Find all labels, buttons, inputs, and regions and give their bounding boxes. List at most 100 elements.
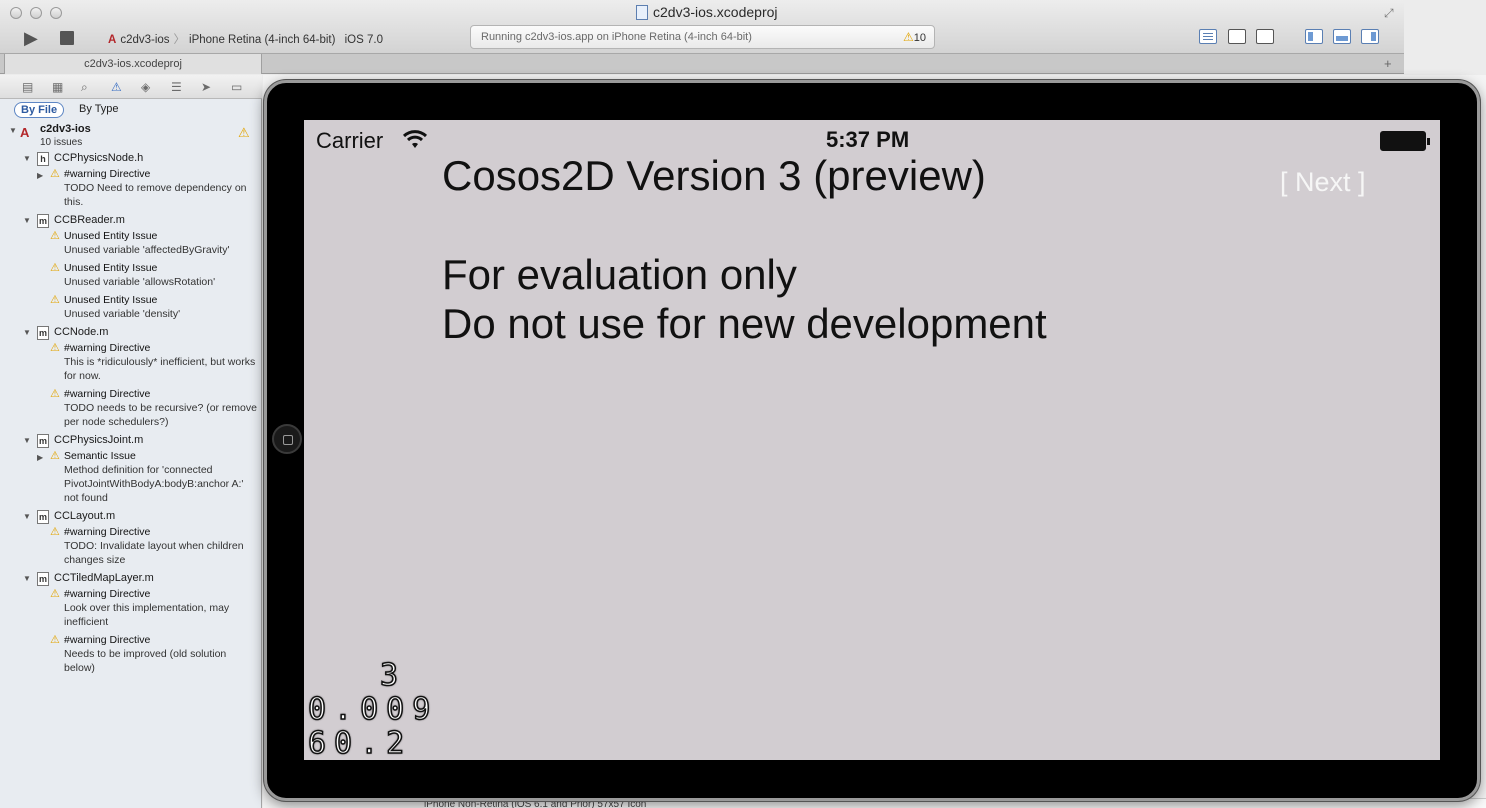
battery-icon [1380,131,1430,151]
source-file-icon: m [37,214,49,228]
issue-detail: Look over this implementation, may ineff… [64,602,230,628]
issue-item[interactable]: ⚠ #warning Directive Needs to be improved … [0,633,262,679]
warning-icon: ⚠ [50,388,60,400]
issue-item[interactable]: ⚠ #warning Directive Look over this implem… [0,587,262,633]
fullscreen-icon[interactable]: ⤢ [1384,6,1394,21]
issue-detail: TODO needs to be recursive? (or remove p… [64,402,257,428]
symbol-navigator-icon[interactable]: ▦ [52,80,63,94]
activity-status-text: Running c2dv3-ios.app on iPhone Retina (… [481,31,752,43]
issue-title: #warning Directive [64,388,151,400]
file-group: ▼ m CCBReader.m ⚠ Unused Entity Issue Unused … [0,213,262,325]
file-name: CCNode.m [54,326,109,338]
issue-title: #warning Directive [64,168,151,180]
simulator-screen[interactable]: Carrier 5:37 PM Cosos2D Version 3 (previ… [304,120,1440,760]
disclosure-triangle-icon[interactable]: ▶ [37,451,43,465]
breakpoint-navigator-icon[interactable]: ➤ [201,80,211,94]
issue-detail: Unused variable 'allowsRotation' [64,276,216,288]
carrier-label: Carrier [316,128,384,153]
warning-icon: ⚠ [50,230,60,242]
file-group: ▼ m CCTiledMapLayer.m ⚠ #warning Directive Lo… [0,571,262,679]
file-row[interactable]: ▼ m CCLayout.m [0,509,262,525]
next-button[interactable]: [ Next ] [1280,167,1366,198]
scheme-selector[interactable]: Ac2dv3-ios 〉 iPhone Retina (4-inch 64-bit)… [108,31,383,47]
warning-icon: ⚠ [50,526,60,538]
chevron-right-icon: 〉 [173,34,186,46]
issue-item[interactable]: ⚠ #warning Directive TODO needs to be recu… [0,387,262,433]
issue-item[interactable]: ⚠ #warning Directive This is *ridiculously… [0,341,262,387]
disclosure-triangle-icon[interactable]: ▼ [23,328,31,337]
fps-counter: 60.2 [307,725,413,760]
close-window-button[interactable] [10,7,22,19]
version-editor-icon[interactable] [1256,29,1274,44]
project-navigator-icon[interactable]: ▤ [22,80,33,94]
warning-icon: ⚠ [50,294,60,306]
warning-count-badge[interactable]: ⚠10 [903,30,926,44]
disclosure-triangle-icon[interactable]: ▼ [9,126,17,135]
source-file-icon: m [37,510,49,524]
debug-navigator-icon[interactable]: ☰ [171,80,182,94]
file-name: CCTiledMapLayer.m [54,572,154,584]
issue-title: #warning Directive [64,526,151,538]
stop-button[interactable] [60,31,74,45]
disclosure-triangle-icon[interactable]: ▼ [23,154,31,163]
issue-navigator-icon[interactable]: ⚠ [111,80,122,94]
warning-icon: ⚠ [238,125,250,140]
zoom-window-button[interactable] [50,7,62,19]
navigator-selector-bar: ▤ ▦ ⌕ ⚠ ◈ ☰ ➤ ▭ [0,75,262,99]
file-row[interactable]: ▼ m CCPhysicsJoint.m [0,433,262,449]
issue-detail: Method definition for 'connected PivotJo… [64,464,244,504]
run-button[interactable]: ▶ [24,28,38,49]
disclosure-triangle-icon[interactable]: ▼ [23,436,31,445]
issue-tree: ▼ A c2dv3-ios 10 issues ⚠ ▼ h CCPhysicsNod… [0,121,262,679]
toggle-debug-area-icon[interactable] [1333,29,1351,44]
issue-item[interactable]: ⚠ Unused Entity Issue Unused variable 'all… [0,261,262,293]
file-name: CCPhysicsJoint.m [54,434,144,446]
file-row[interactable]: ▼ m CCBReader.m [0,213,262,229]
file-row[interactable]: ▼ h CCPhysicsNode.h [0,151,262,167]
disclosure-triangle-icon[interactable]: ▼ [23,574,31,583]
issue-title: Unused Entity Issue [64,294,158,306]
log-navigator-icon[interactable]: ▭ [231,80,242,94]
file-row[interactable]: ▼ m CCNode.m [0,325,262,341]
by-type-segment[interactable]: By Type [79,103,119,115]
issue-title: Unused Entity Issue [64,262,158,274]
app-icon: A [108,34,117,46]
by-file-segment[interactable]: By File [14,102,65,118]
file-row[interactable]: ▼ m CCTiledMapLayer.m [0,571,262,587]
issue-navigator: ▤ ▦ ⌕ ⚠ ◈ ☰ ➤ ▭ By File By Type ▼ A c2dv… [0,75,262,808]
test-navigator-icon[interactable]: ◈ [141,80,150,94]
warning-icon: ⚠ [50,634,60,646]
tab-bar: c2dv3-ios.xcodeproj + [0,54,1404,74]
issue-item[interactable]: ⚠ Unused Entity Issue Unused variable 'den… [0,293,262,325]
app-notice-line2: Do not use for new development [442,300,1047,347]
project-row[interactable]: ▼ A c2dv3-ios 10 issues ⚠ [0,121,262,151]
home-button[interactable] [272,424,302,454]
find-navigator-icon[interactable]: ⌕ [81,80,88,95]
issue-item[interactable]: ⚠ Unused Entity Issue Unused variable 'aff… [0,229,262,261]
issue-detail: TODO: Invalidate layout when children ch… [64,540,244,566]
minimize-window-button[interactable] [30,7,42,19]
project-file-icon [636,5,648,20]
source-file-icon: m [37,434,49,448]
seconds-per-frame: 0.009 [307,691,439,728]
toggle-utilities-icon[interactable] [1361,29,1379,44]
disclosure-triangle-icon[interactable]: ▼ [23,512,31,521]
toggle-navigator-icon[interactable] [1305,29,1323,44]
assistant-editor-icon[interactable] [1228,29,1246,44]
warning-icon: ⚠ [902,30,914,44]
activity-viewer[interactable]: Running c2dv3-ios.app on iPhone Retina (… [470,25,935,49]
source-file-icon: m [37,572,49,586]
issue-item[interactable]: ⚠ #warning Directive TODO: Invalidate layo… [0,525,262,571]
standard-editor-icon[interactable] [1199,29,1217,44]
tab-project[interactable]: c2dv3-ios.xcodeproj [4,54,262,74]
file-group: ▼ h CCPhysicsNode.h ▶ ⚠ #warning Directive TOD… [0,151,262,213]
disclosure-triangle-icon[interactable]: ▶ [37,169,43,183]
issue-item[interactable]: ▶ ⚠ Semantic Issue Method definition for 'c… [0,449,262,509]
add-tab-icon[interactable]: + [1384,56,1392,71]
source-file-icon: h [37,152,49,166]
wifi-icon [402,130,428,148]
issue-item[interactable]: ▶ ⚠ #warning Directive TODO Need to remove … [0,167,262,213]
issue-grouping-control: By File By Type [0,99,262,121]
warning-icon: ⚠ [50,262,60,274]
disclosure-triangle-icon[interactable]: ▼ [23,216,31,225]
